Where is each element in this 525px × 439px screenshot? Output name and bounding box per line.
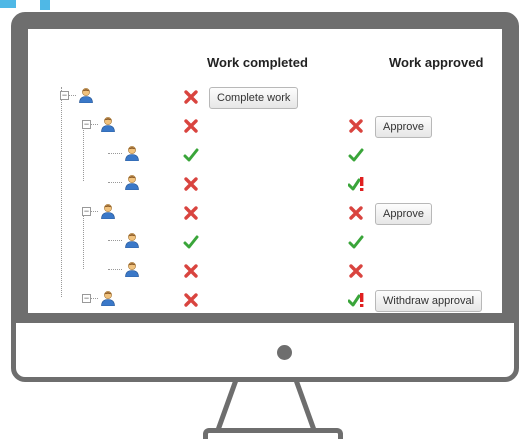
tree-expander-icon[interactable]: − bbox=[82, 294, 91, 303]
tree-expander-icon[interactable]: − bbox=[82, 120, 91, 129]
cross-icon bbox=[183, 118, 199, 134]
user-icon bbox=[124, 232, 140, 249]
monitor-chin bbox=[16, 323, 514, 377]
complete-work-button[interactable]: Complete work bbox=[209, 87, 299, 109]
tree-connector bbox=[108, 153, 122, 154]
monitor-stand bbox=[215, 380, 317, 431]
cross-icon bbox=[183, 263, 199, 279]
cross-icon bbox=[348, 205, 364, 221]
check-warning-icon bbox=[347, 176, 364, 192]
cross-icon bbox=[183, 176, 199, 192]
user-icon bbox=[78, 87, 94, 104]
cross-icon bbox=[183, 205, 199, 221]
column-header-work-approved: Work approved bbox=[389, 55, 484, 70]
accent-block bbox=[40, 0, 50, 10]
user-icon bbox=[100, 116, 116, 133]
cross-icon bbox=[183, 292, 199, 308]
monitor: Work completed Work approved − Complete w… bbox=[11, 12, 519, 382]
column-header-work-completed: Work completed bbox=[207, 55, 308, 70]
approve-button[interactable]: Approve bbox=[375, 116, 432, 138]
tree-guide-line bbox=[61, 87, 62, 297]
withdraw-approval-button[interactable]: Withdraw approval bbox=[375, 290, 483, 312]
monitor-screen: Work completed Work approved − Complete w… bbox=[28, 29, 502, 313]
accent-block bbox=[0, 0, 16, 8]
user-icon bbox=[124, 145, 140, 162]
tree-guide-line bbox=[83, 121, 84, 181]
user-icon bbox=[100, 203, 116, 220]
monitor-base bbox=[203, 428, 343, 439]
power-button bbox=[277, 345, 292, 360]
cross-icon bbox=[348, 118, 364, 134]
tree-expander-icon[interactable]: − bbox=[82, 207, 91, 216]
tree-connector bbox=[108, 269, 122, 270]
check-warning-icon bbox=[347, 292, 364, 308]
check-icon bbox=[348, 234, 364, 250]
user-icon bbox=[100, 290, 116, 307]
approve-button[interactable]: Approve bbox=[375, 203, 432, 225]
check-icon bbox=[348, 147, 364, 163]
tree-expander-icon[interactable]: − bbox=[60, 91, 69, 100]
check-icon bbox=[183, 147, 199, 163]
cross-icon bbox=[348, 263, 364, 279]
tree-guide-line bbox=[83, 209, 84, 269]
user-icon bbox=[124, 174, 140, 191]
cross-icon bbox=[183, 89, 199, 105]
tree-connector bbox=[108, 182, 122, 183]
check-icon bbox=[183, 234, 199, 250]
tree-connector bbox=[108, 240, 122, 241]
user-icon bbox=[124, 261, 140, 278]
